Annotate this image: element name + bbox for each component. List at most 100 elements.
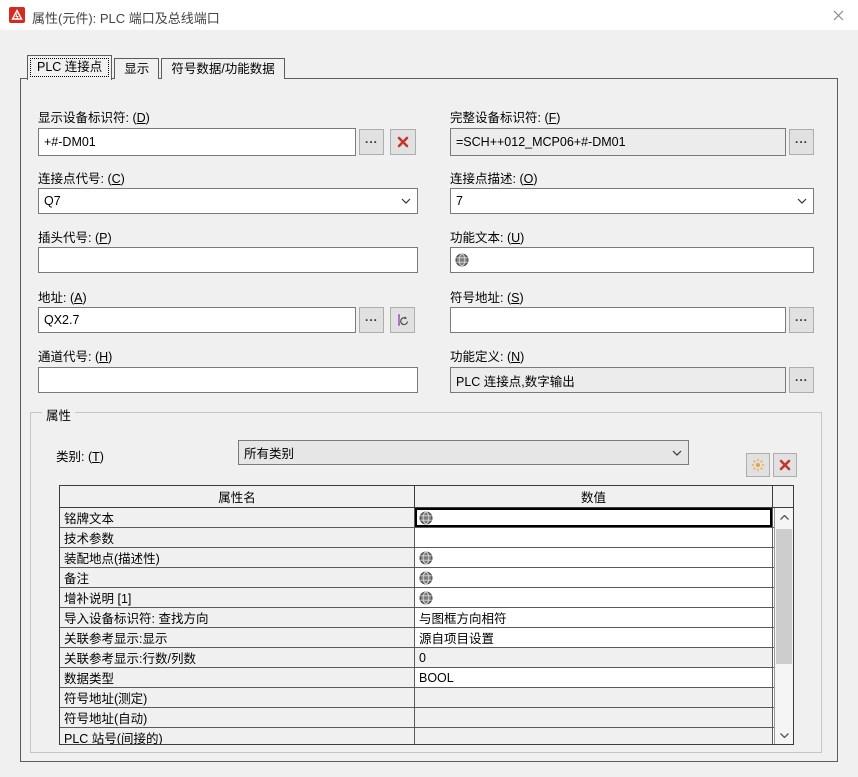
close-icon[interactable]	[828, 6, 848, 24]
table-row[interactable]: 符号地址(自动)	[60, 708, 793, 728]
symbolic-address-label: 符号地址: (S)	[450, 287, 524, 303]
property-name-cell[interactable]: 符号地址(自动)	[60, 708, 415, 727]
symbolic-address-more-button[interactable]: ...	[789, 307, 814, 333]
title-bar: 属性(元件): PLC 端口及总线端口	[0, 0, 858, 30]
property-name-cell[interactable]: 导入设备标识符: 查找方向	[60, 608, 415, 627]
function-text-field[interactable]	[450, 247, 814, 273]
column-header-value[interactable]: 数值	[415, 486, 773, 507]
table-row[interactable]: 关联参考显示:行数/列数0	[60, 648, 793, 668]
tab-strip: PLC 连接点 显示 符号数据/功能数据	[27, 54, 285, 79]
property-name-cell[interactable]: 技术参数	[60, 528, 415, 547]
full-device-tag-more-button[interactable]: ...	[789, 129, 814, 155]
property-name-cell[interactable]: PLC 站号(间接的)	[60, 728, 415, 745]
property-value-cell[interactable]	[415, 508, 773, 527]
connection-point-combobox[interactable]: Q7	[38, 188, 418, 214]
table-row[interactable]: 数据类型BOOL	[60, 668, 793, 688]
globe-icon	[419, 591, 433, 605]
function-definition-label: 功能定义: (N)	[450, 346, 524, 362]
globe-icon	[419, 511, 433, 525]
property-value-cell[interactable]	[415, 728, 773, 745]
property-value-cell[interactable]	[415, 588, 773, 607]
globe-icon	[419, 551, 433, 565]
device-tag-input[interactable]	[38, 128, 356, 156]
tab-symbol-function-data[interactable]: 符号数据/功能数据	[161, 58, 284, 79]
connection-point-label: 连接点代号: (C)	[38, 168, 125, 184]
address-label: 地址: (A)	[38, 287, 87, 303]
table-row[interactable]: 关联参考显示:显示源自项目设置	[60, 628, 793, 648]
category-combobox[interactable]: 所有类别	[238, 440, 689, 465]
property-name-cell[interactable]: 关联参考显示:显示	[60, 628, 415, 647]
address-more-button[interactable]: ...	[359, 307, 384, 333]
scroll-up-icon[interactable]	[775, 508, 793, 527]
property-value-cell[interactable]: 与图框方向相符	[415, 608, 773, 627]
property-value-text: 源自项目设置	[419, 628, 494, 647]
vertical-scrollbar[interactable]	[774, 508, 793, 745]
table-row[interactable]: 铭牌文本	[60, 508, 793, 528]
table-row[interactable]: 增补说明 [1]	[60, 588, 793, 608]
channel-code-input[interactable]	[38, 367, 418, 393]
address-input[interactable]	[38, 307, 356, 333]
property-value-cell[interactable]	[415, 568, 773, 587]
device-tag-label: 显示设备标识符: (D)	[38, 107, 150, 123]
property-name-cell[interactable]: 符号地址(测定)	[60, 688, 415, 707]
tab-display[interactable]: 显示	[114, 58, 159, 79]
tab-plc-connection-point[interactable]: PLC 连接点	[27, 55, 112, 80]
connection-desc-label: 连接点描述: (O)	[450, 168, 538, 184]
address-numbering-icon	[396, 313, 410, 327]
scroll-down-icon[interactable]	[775, 726, 793, 745]
plug-code-label: 插头代号: (P)	[38, 227, 112, 243]
address-numbering-button[interactable]	[390, 307, 415, 333]
scrollbar-thumb[interactable]	[776, 529, 792, 664]
property-value-cell[interactable]	[415, 708, 773, 727]
property-name-cell[interactable]: 装配地点(描述性)	[60, 548, 415, 567]
full-device-tag-label: 完整设备标识符: (F)	[450, 107, 560, 123]
table-row[interactable]: 导入设备标识符: 查找方向与图框方向相符	[60, 608, 793, 628]
table-row[interactable]: 技术参数	[60, 528, 793, 548]
property-name-cell[interactable]: 铭牌文本	[60, 508, 415, 527]
property-name-cell[interactable]: 关联参考显示:行数/列数	[60, 648, 415, 667]
properties-group-title: 属性	[42, 405, 75, 424]
delete-property-button[interactable]	[773, 453, 797, 477]
property-value-cell[interactable]: 源自项目设置	[415, 628, 773, 647]
delete-x-icon	[779, 459, 791, 471]
full-device-tag-input[interactable]	[450, 128, 786, 156]
globe-icon	[419, 571, 433, 585]
properties-table: 属性名 数值 铭牌文本技术参数装配地点(描述性)备注增补说明 [1]导入设备标识…	[59, 485, 794, 745]
property-value-cell[interactable]	[415, 688, 773, 707]
channel-code-label: 通道代号: (H)	[38, 346, 112, 362]
function-definition-input[interactable]	[450, 367, 786, 393]
device-tag-delete-button[interactable]	[390, 129, 416, 155]
plug-code-input[interactable]	[38, 247, 418, 273]
property-name-cell[interactable]: 增补说明 [1]	[60, 588, 415, 607]
function-text-input[interactable]	[450, 247, 814, 273]
delete-x-icon	[397, 136, 409, 148]
column-header-spacer	[773, 486, 792, 507]
symbolic-address-input[interactable]	[450, 307, 786, 333]
connection-desc-combobox[interactable]: 7	[450, 188, 814, 214]
property-value-cell[interactable]: BOOL	[415, 668, 773, 687]
column-header-property-name[interactable]: 属性名	[60, 486, 415, 507]
table-row[interactable]: 符号地址(测定)	[60, 688, 793, 708]
device-tag-more-button[interactable]: ...	[359, 129, 384, 155]
table-header: 属性名 数值	[60, 486, 793, 508]
property-value-cell[interactable]: 0	[415, 648, 773, 667]
chevron-down-icon	[671, 450, 683, 456]
new-property-button[interactable]	[746, 453, 770, 477]
properties-dialog: 属性(元件): PLC 端口及总线端口 PLC 连接点 显示 符号数据/功能数据…	[0, 0, 858, 777]
eplan-logo-icon	[9, 7, 25, 23]
chevron-down-icon	[796, 198, 808, 204]
chevron-down-icon	[400, 198, 412, 204]
table-row[interactable]: 装配地点(描述性)	[60, 548, 793, 568]
property-value-text: 与图框方向相符	[419, 608, 507, 627]
function-definition-more-button[interactable]: ...	[789, 367, 814, 393]
property-value-cell[interactable]	[415, 548, 773, 567]
property-value-cell[interactable]	[415, 528, 773, 547]
sun-new-icon	[751, 458, 765, 472]
property-name-cell[interactable]: 数据类型	[60, 668, 415, 687]
dialog-title: 属性(元件): PLC 端口及总线端口	[32, 8, 220, 27]
table-row[interactable]: PLC 站号(间接的)	[60, 728, 793, 745]
property-name-cell[interactable]: 备注	[60, 568, 415, 587]
category-label: 类别: (T)	[56, 446, 104, 462]
table-row[interactable]: 备注	[60, 568, 793, 588]
properties-table-rows: 铭牌文本技术参数装配地点(描述性)备注增补说明 [1]导入设备标识符: 查找方向…	[60, 508, 793, 745]
